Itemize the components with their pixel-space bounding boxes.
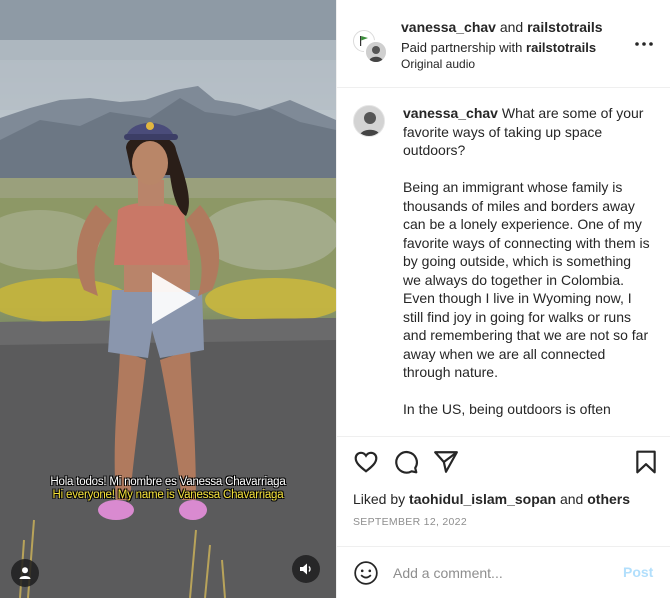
volume-icon xyxy=(300,563,311,575)
liked-by-joiner: and xyxy=(559,491,584,507)
partner-link[interactable]: railstotrails xyxy=(526,40,596,55)
comment-button[interactable] xyxy=(393,449,419,475)
post-comment-button[interactable]: Post xyxy=(623,564,653,580)
play-icon xyxy=(152,272,196,324)
liked-by-user-link[interactable]: taohidul_islam_sopan xyxy=(409,491,556,507)
caption-avatar[interactable] xyxy=(353,105,385,137)
vanessa-avatar[interactable] xyxy=(364,40,388,64)
coauthor-link[interactable]: railstotrails xyxy=(527,19,602,35)
liked-by-others-link[interactable]: others xyxy=(587,491,630,507)
bookmark-icon xyxy=(636,450,656,474)
heart-icon xyxy=(354,451,378,473)
post-video[interactable]: Hola todos! Mi nombre es Vanessa Chavarr… xyxy=(0,0,336,598)
collab-avatars[interactable] xyxy=(353,30,388,64)
post-header: vanessa_chav and railstotrails Paid part… xyxy=(337,0,670,88)
caption-paragraph: vanessa_chav What are some of your favor… xyxy=(403,104,651,160)
emoji-icon xyxy=(354,561,378,585)
liked-by-prefix: Liked by xyxy=(353,491,406,507)
post-authors: vanessa_chav and railstotrails xyxy=(401,19,603,35)
play-button[interactable] xyxy=(138,266,202,330)
share-icon xyxy=(434,451,458,473)
authors-joiner: and xyxy=(499,19,524,35)
user-tag-icon xyxy=(19,567,31,579)
like-button[interactable] xyxy=(353,449,379,475)
paid-partnership-label: Paid partnership with railstotrails xyxy=(401,40,596,55)
comment-input[interactable] xyxy=(393,561,603,585)
more-icon xyxy=(635,42,653,46)
audio-link[interactable]: Original audio xyxy=(401,57,475,71)
profile-photo-icon xyxy=(366,42,386,62)
tagged-users-button[interactable] xyxy=(11,559,39,587)
comment-bar: Post xyxy=(337,546,670,598)
post-caption: vanessa_chav What are some of your favor… xyxy=(337,89,670,435)
caption-text: vanessa_chav What are some of your favor… xyxy=(403,104,651,435)
caption-username[interactable]: vanessa_chav xyxy=(403,105,498,121)
video-caption-spanish: Hola todos! Mi nombre es Vanessa Chavarr… xyxy=(50,476,286,488)
caption-paragraph: Being an immigrant whose family is thous… xyxy=(403,179,650,380)
post-date[interactable]: SEPTEMBER 12, 2022 xyxy=(353,516,467,528)
emoji-button[interactable] xyxy=(353,560,379,586)
post-actions: Liked by taohidul_islam_sopan and others… xyxy=(337,436,670,542)
share-button[interactable] xyxy=(433,449,459,475)
comment-icon xyxy=(395,451,418,474)
partnership-prefix: Paid partnership with xyxy=(401,40,523,55)
liked-by: Liked by taohidul_islam_sopan and others xyxy=(353,491,630,507)
caption-paragraph: In the US, being outdoors is often xyxy=(403,401,611,417)
post-side-panel: vanessa_chav and railstotrails Paid part… xyxy=(336,0,670,598)
save-button[interactable] xyxy=(633,449,659,475)
mute-button[interactable] xyxy=(292,555,320,583)
more-options-button[interactable] xyxy=(633,36,655,52)
video-caption-english: Hi everyone! My name is Vanessa Chavarri… xyxy=(52,489,284,501)
author-link[interactable]: vanessa_chav xyxy=(401,19,496,35)
profile-photo-icon xyxy=(354,106,384,136)
